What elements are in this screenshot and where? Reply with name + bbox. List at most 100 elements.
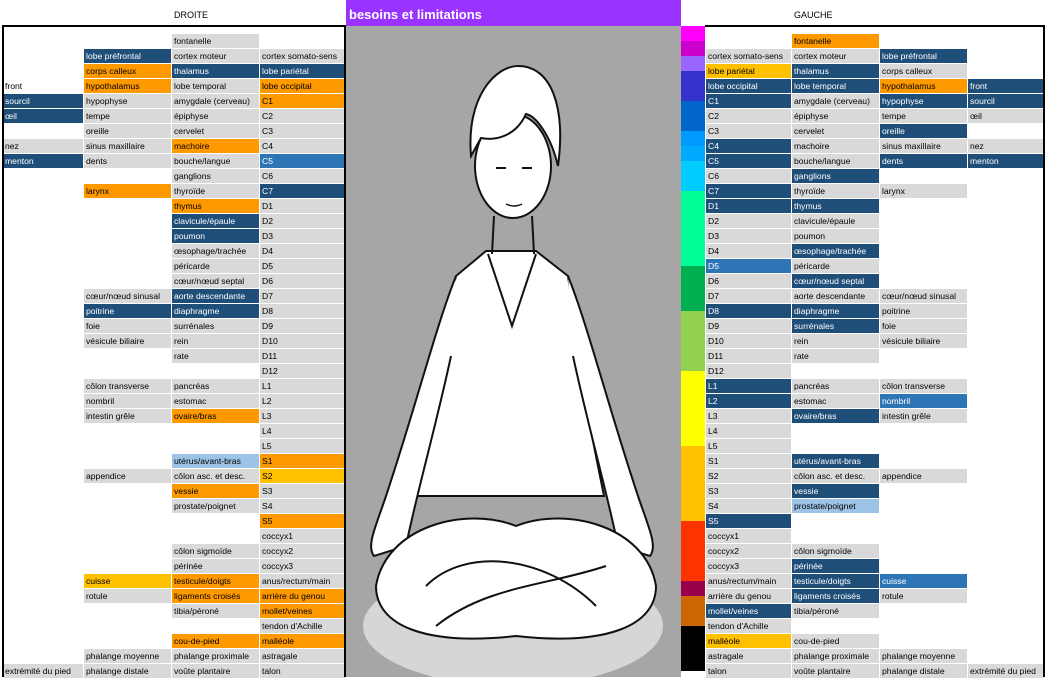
left-side-cell[interactable]: cervelet — [792, 124, 879, 138]
left-side-cell[interactable]: coccyx1 — [706, 529, 791, 543]
right-side-cell[interactable]: hypothalamus — [84, 79, 171, 93]
chakra-swatch[interactable] — [681, 551, 705, 566]
left-side-cell[interactable]: C1 — [706, 94, 791, 108]
chakra-swatch[interactable] — [681, 311, 705, 326]
left-side-cell[interactable]: D5 — [706, 259, 791, 273]
right-side-cell[interactable]: coccyx2 — [260, 544, 345, 558]
right-side-cell[interactable]: prostate/poignet — [172, 499, 259, 513]
right-side-cell[interactable]: lobe pariétal — [260, 64, 345, 78]
right-side-cell[interactable]: thyroïde — [172, 184, 259, 198]
right-side-cell[interactable]: C3 — [260, 124, 345, 138]
left-side-cell[interactable]: D8 — [706, 304, 791, 318]
left-side-cell[interactable]: C3 — [706, 124, 791, 138]
left-side-cell[interactable]: anus/rectum/main — [706, 574, 791, 588]
chakra-swatch[interactable] — [681, 506, 705, 521]
right-side-cell[interactable]: vésicule biliaire — [84, 334, 171, 348]
chakra-swatch[interactable] — [681, 641, 705, 656]
left-side-cell[interactable]: S5 — [706, 514, 791, 528]
left-side-cell[interactable]: estomac — [792, 394, 879, 408]
right-side-cell[interactable]: phalange distale — [84, 664, 171, 678]
chakra-swatch[interactable] — [681, 341, 705, 356]
right-side-cell[interactable]: fontanelle — [172, 34, 259, 48]
left-side-cell[interactable]: côlon transverse — [880, 379, 967, 393]
right-side-cell[interactable]: anus/rectum/main — [260, 574, 345, 588]
chakra-swatch[interactable] — [681, 221, 705, 236]
left-side-cell[interactable]: coccyx3 — [706, 559, 791, 573]
right-side-cell[interactable]: cortex moteur — [172, 49, 259, 63]
left-side-cell[interactable]: poumon — [792, 229, 879, 243]
left-side-cell[interactable]: foie — [880, 319, 967, 333]
left-side-cell[interactable]: thalamus — [792, 64, 879, 78]
left-side-cell[interactable]: nez — [968, 139, 1044, 153]
right-side-cell[interactable]: corps calleux — [84, 64, 171, 78]
left-side-cell[interactable]: nombril — [880, 394, 967, 408]
right-side-cell[interactable]: ovaire/bras — [172, 409, 259, 423]
chakra-swatch[interactable] — [681, 26, 705, 41]
right-side-cell[interactable]: astragale — [260, 649, 345, 663]
right-side-cell[interactable]: coccyx3 — [260, 559, 345, 573]
left-side-cell[interactable]: arrière du genou — [706, 589, 791, 603]
right-side-cell[interactable]: foie — [84, 319, 171, 333]
chakra-swatch[interactable] — [681, 251, 705, 266]
chakra-swatch[interactable] — [681, 536, 705, 551]
left-side-cell[interactable]: fontanelle — [792, 34, 879, 48]
chakra-swatch[interactable] — [681, 86, 705, 101]
left-side-cell[interactable]: vessie — [792, 484, 879, 498]
right-side-cell[interactable]: thymus — [172, 199, 259, 213]
right-side-cell[interactable]: D11 — [260, 349, 345, 363]
right-side-cell[interactable]: lobe occipital — [260, 79, 345, 93]
right-side-cell[interactable]: L3 — [260, 409, 345, 423]
right-side-cell[interactable]: péricarde — [172, 259, 259, 273]
right-side-cell[interactable]: utérus/avant-bras — [172, 454, 259, 468]
left-side-cell[interactable]: rein — [792, 334, 879, 348]
right-side-cell[interactable]: phalange moyenne — [84, 649, 171, 663]
right-side-cell[interactable]: bouche/langue — [172, 154, 259, 168]
right-side-cell[interactable]: cou-de-pied — [172, 634, 259, 648]
right-side-cell[interactable]: C7 — [260, 184, 345, 198]
left-side-cell[interactable]: oreille — [880, 124, 967, 138]
left-side-cell[interactable]: épiphyse — [792, 109, 879, 123]
left-side-cell[interactable]: bouche/langue — [792, 154, 879, 168]
left-side-cell[interactable]: D10 — [706, 334, 791, 348]
left-side-cell[interactable]: C2 — [706, 109, 791, 123]
right-side-cell[interactable]: D8 — [260, 304, 345, 318]
chakra-swatch[interactable] — [681, 416, 705, 431]
left-side-cell[interactable]: larynx — [880, 184, 967, 198]
right-side-cell[interactable]: diaphragme — [172, 304, 259, 318]
right-side-cell[interactable]: hypophyse — [84, 94, 171, 108]
right-side-cell[interactable]: mollet/veines — [260, 604, 345, 618]
right-side-cell[interactable]: aorte descendante — [172, 289, 259, 303]
right-side-cell[interactable]: œil — [3, 109, 83, 123]
left-side-cell[interactable]: thyroïde — [792, 184, 879, 198]
left-side-cell[interactable]: sourcil — [968, 94, 1044, 108]
left-side-cell[interactable]: lobe temporal — [792, 79, 879, 93]
left-side-cell[interactable]: tendon d'Achille — [706, 619, 791, 633]
chakra-swatch[interactable] — [681, 191, 705, 206]
chakra-swatch[interactable] — [681, 71, 705, 86]
left-side-cell[interactable]: S1 — [706, 454, 791, 468]
left-side-cell[interactable]: péricarde — [792, 259, 879, 273]
chakra-swatch[interactable] — [681, 521, 705, 536]
right-side-cell[interactable]: S4 — [260, 499, 345, 513]
left-side-cell[interactable]: aorte descendante — [792, 289, 879, 303]
chakra-swatch[interactable] — [681, 611, 705, 626]
left-side-cell[interactable]: L4 — [706, 424, 791, 438]
right-side-cell[interactable]: cuisse — [84, 574, 171, 588]
left-side-cell[interactable]: côlon sigmoïde — [792, 544, 879, 558]
chakra-swatch[interactable] — [681, 446, 705, 461]
left-side-cell[interactable]: D7 — [706, 289, 791, 303]
left-side-cell[interactable]: œsophage/trachée — [792, 244, 879, 258]
right-side-cell[interactable]: côlon sigmoïde — [172, 544, 259, 558]
right-side-cell[interactable]: cœur/nœud sinusal — [84, 289, 171, 303]
right-side-cell[interactable]: L2 — [260, 394, 345, 408]
right-side-cell[interactable]: D2 — [260, 214, 345, 228]
right-side-cell[interactable]: estomac — [172, 394, 259, 408]
right-side-cell[interactable]: ligaments croisés — [172, 589, 259, 603]
left-side-cell[interactable]: lobe occipital — [706, 79, 791, 93]
right-side-cell[interactable]: lobe préfrontal — [84, 49, 171, 63]
left-side-cell[interactable]: D9 — [706, 319, 791, 333]
chakra-swatch[interactable] — [681, 131, 705, 146]
right-side-cell[interactable]: C6 — [260, 169, 345, 183]
left-side-cell[interactable]: thymus — [792, 199, 879, 213]
right-side-cell[interactable]: S2 — [260, 469, 345, 483]
